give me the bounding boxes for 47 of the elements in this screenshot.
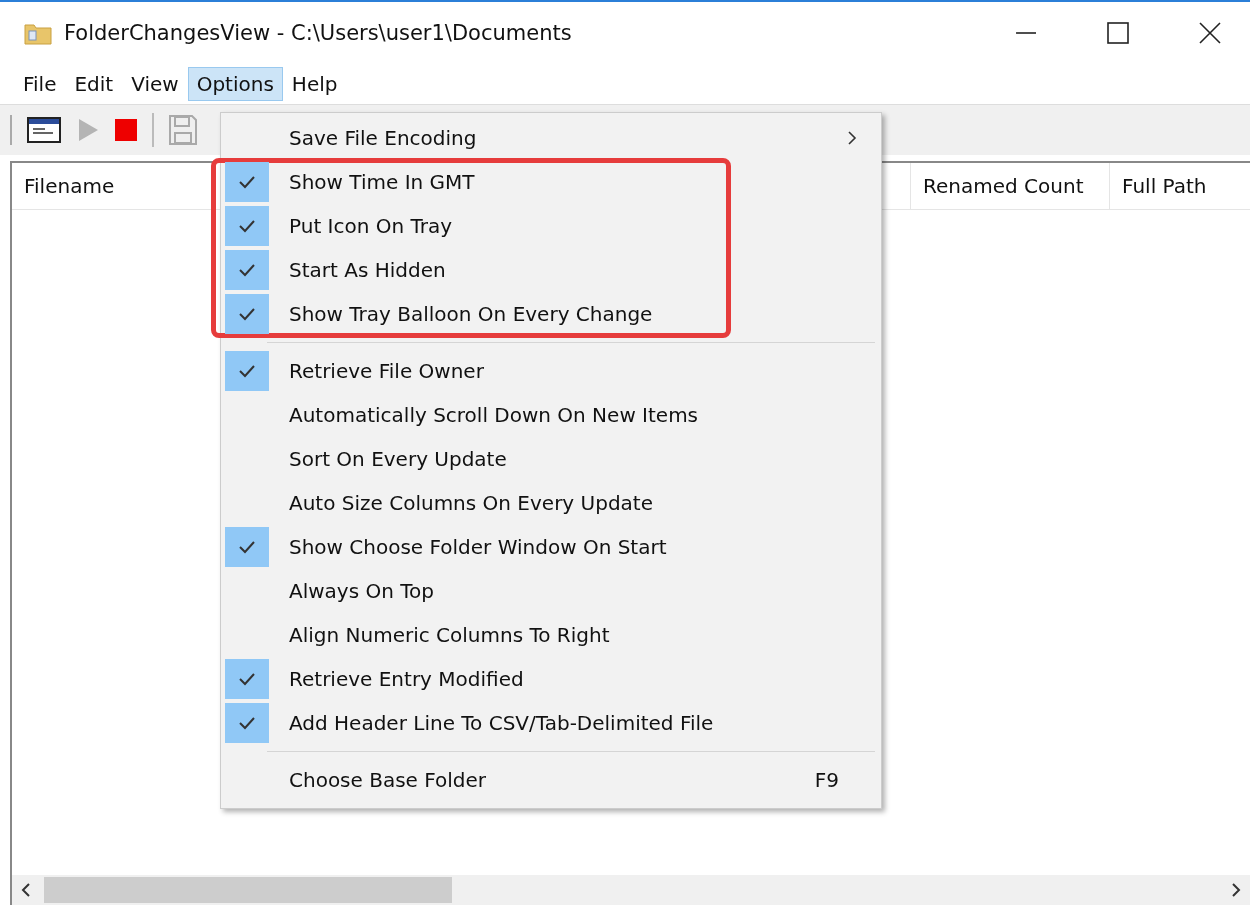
option-label: Add Header Line To CSV/Tab-Delimited File (289, 711, 714, 735)
menu-option[interactable]: Put Icon On Tray (221, 204, 881, 248)
menu-option[interactable]: Align Numeric Columns To Right (221, 613, 881, 657)
option-label: Show Tray Balloon On Every Change (289, 302, 653, 326)
option-label: Show Choose Folder Window On Start (289, 535, 667, 559)
menu-option[interactable]: Retrieve File Owner (221, 349, 881, 393)
shortcut-label: F9 (814, 768, 839, 792)
option-label: Automatically Scroll Down On New Items (289, 403, 699, 427)
menu-option[interactable]: Show Tray Balloon On Every Change (221, 292, 881, 336)
window-title: FolderChangesView - C:\Users\user1\Documents (64, 21, 572, 45)
menu-item[interactable]: File (14, 67, 66, 101)
menu-item[interactable]: Edit (65, 67, 123, 101)
maximize-icon[interactable] (1106, 21, 1130, 45)
option-label: Sort On Every Update (289, 447, 507, 471)
stop-icon[interactable] (114, 118, 138, 142)
close-icon[interactable] (1198, 21, 1222, 45)
menu-option[interactable]: Show Time In GMT (221, 160, 881, 204)
option-label: Align Numeric Columns To Right (289, 623, 610, 647)
scroll-right-icon[interactable] (1230, 882, 1242, 898)
menu-option[interactable]: Save File Encoding (221, 116, 881, 160)
window-icon[interactable] (26, 116, 62, 144)
menu-option[interactable]: Sort On Every Update (221, 437, 881, 481)
option-label: Start As Hidden (289, 258, 446, 282)
option-label: Show Time In GMT (289, 170, 475, 194)
column-header[interactable]: Renamed Count (911, 163, 1110, 209)
menu-option[interactable]: Show Choose Folder Window On Start (221, 525, 881, 569)
menu-item[interactable]: Help (282, 67, 347, 101)
option-label: Always On Top (289, 579, 434, 603)
option-label: Auto Size Columns On Every Update (289, 491, 653, 515)
scrollbar-thumb[interactable] (44, 877, 452, 903)
menu-option[interactable]: Always On Top (221, 569, 881, 613)
menu-item[interactable]: View (122, 67, 188, 101)
option-label: Retrieve Entry Modified (289, 667, 524, 691)
column-header[interactable]: Full Path (1110, 163, 1219, 209)
menu-option[interactable]: Auto Size Columns On Every Update (221, 481, 881, 525)
scroll-left-icon[interactable] (20, 882, 32, 898)
folder-icon (24, 21, 52, 45)
menu-option[interactable]: Retrieve Entry Modified (221, 657, 881, 701)
option-label: Choose Base Folder (289, 768, 487, 792)
menu-option[interactable]: Start As Hidden (221, 248, 881, 292)
option-label: Save File Encoding (289, 126, 477, 150)
option-label: Put Icon On Tray (289, 214, 453, 238)
menu-item[interactable]: Options (187, 67, 283, 101)
menu-option[interactable]: Add Header Line To CSV/Tab-Delimited File (221, 701, 881, 745)
menu-option[interactable]: Automatically Scroll Down On New Items (221, 393, 881, 437)
option-label: Retrieve File Owner (289, 359, 484, 383)
menu-option[interactable]: Choose Base Folder F9 (221, 758, 881, 802)
